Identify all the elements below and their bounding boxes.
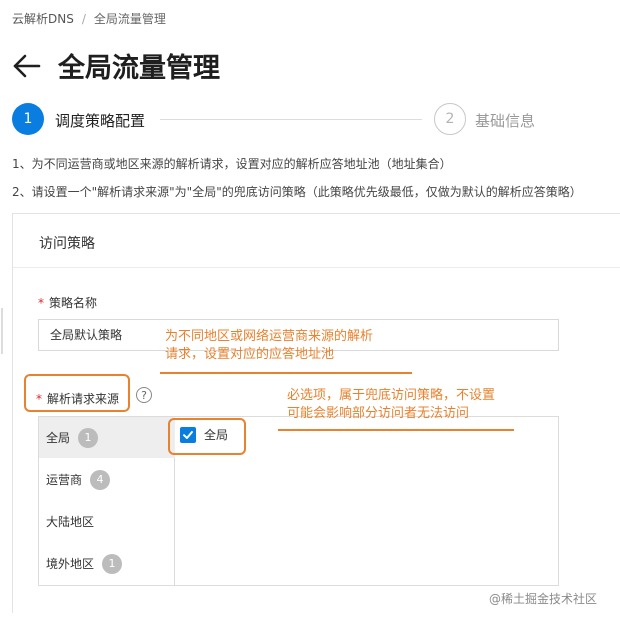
instruction-note-1: 1、为不同运营商或地区来源的解析请求，设置对应的解析应答地址池（地址集合） <box>12 157 452 171</box>
page-title: 全局流量管理 <box>58 53 220 84</box>
annotation-option-note: 必选项，属于兜底访问策略，不设置 可能会影响部分访问者无法访问 <box>287 387 495 423</box>
annotation-text: 必选项，属于兜底访问策略，不设置 可能会影响部分访问者无法访问 <box>287 388 496 421</box>
arrow-left-icon[interactable] <box>12 52 42 80</box>
breadcrumb-current: 全局流量管理 <box>93 12 166 26</box>
source-category-global[interactable]: 全局 1 <box>39 417 175 458</box>
annotation-source-note: 为不同地区或网络运营商来源的解析 请求，设置对应的应答地址池 <box>165 328 373 364</box>
watermark: @稀土掘金技术社区 <box>489 592 598 606</box>
category-label: 运营商 <box>46 473 83 487</box>
source-category-list: 全局 1 运营商 4 大陆地区 境外地区 1 <box>39 417 175 585</box>
question-circle-icon[interactable]: ? <box>136 387 152 403</box>
panel-title: 访问策略 <box>39 236 95 252</box>
category-label: 境外地区 <box>46 557 95 571</box>
source-category-mainland[interactable]: 大陆地区 <box>39 501 175 542</box>
policy-name-label-text: 策略名称 <box>49 296 98 310</box>
annotation-underline <box>160 372 412 374</box>
category-count-badge: 4 <box>90 469 111 490</box>
step-2-indicator: 2 <box>434 103 466 135</box>
policy-name-label: * 策略名称 <box>38 294 97 311</box>
category-label: 全局 <box>46 431 71 445</box>
instruction-note-2: 2、请设置一个"解析请求来源"为"全局"的兜底访问策略（此策略优先级最低，仅做为… <box>12 185 582 199</box>
source-category-isp[interactable]: 运营商 4 <box>39 459 175 500</box>
breadcrumb-separator: / <box>81 12 86 26</box>
category-count-badge: 1 <box>102 553 123 574</box>
annotation-highlight-option <box>168 418 246 455</box>
step-1-indicator: 1 <box>12 103 44 135</box>
annotation-highlight-source <box>24 374 130 412</box>
request-source-selector: 全局 1 运营商 4 大陆地区 境外地区 1 <box>38 416 559 586</box>
category-count-badge: 1 <box>78 427 99 448</box>
annotation-text: 为不同地区或网络运营商来源的解析 请求，设置对应的应答地址池 <box>165 329 374 362</box>
breadcrumb: 云解析DNS / 全局流量管理 <box>12 10 166 27</box>
category-label: 大陆地区 <box>46 515 95 529</box>
step-1-label: 调度策略配置 <box>55 112 146 130</box>
panel-divider <box>13 267 620 268</box>
scroll-edge-marker <box>1 308 3 354</box>
annotation-underline <box>278 429 514 431</box>
required-mark: * <box>38 296 44 310</box>
breadcrumb-root[interactable]: 云解析DNS <box>12 12 74 26</box>
step-2-label: 基础信息 <box>475 112 536 130</box>
step-connector <box>160 119 422 120</box>
source-category-overseas[interactable]: 境外地区 1 <box>39 543 175 584</box>
